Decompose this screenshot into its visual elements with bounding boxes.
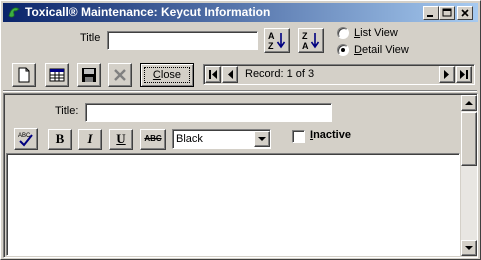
svg-text:A: A <box>302 41 309 51</box>
first-record-button[interactable] <box>205 66 221 83</box>
search-title-label: Title <box>80 32 101 44</box>
next-record-icon <box>444 70 449 79</box>
sort-ascending-button[interactable]: A Z <box>264 28 290 53</box>
toxicall-app-icon <box>8 7 20 18</box>
title-bar[interactable]: Toxicall® Maintenance: Keycut Informatio… <box>3 3 478 22</box>
window-title: Toxicall® Maintenance: Keycut Informatio… <box>25 5 271 19</box>
close-button-focus: Close <box>144 67 190 83</box>
list-view-radio[interactable] <box>337 27 349 39</box>
arrow-down-icon <box>465 246 473 250</box>
sort-descending-button[interactable]: Z A <box>298 28 324 53</box>
grid-icon <box>49 68 65 82</box>
minimize-button[interactable] <box>423 6 439 20</box>
previous-record-button[interactable] <box>222 66 238 83</box>
close-window-button[interactable] <box>457 6 473 20</box>
spellcheck-button[interactable]: ABC <box>14 128 38 150</box>
keycut-text-body[interactable] <box>10 157 456 252</box>
record-position: Record: 1 of 3 <box>245 68 315 80</box>
last-record-icon <box>460 70 468 79</box>
detail-view-radio[interactable] <box>337 44 349 56</box>
last-record-button[interactable] <box>456 66 472 83</box>
keycut-window: Toxicall® Maintenance: Keycut Informatio… <box>0 0 481 260</box>
detail-title-field[interactable] <box>85 103 332 122</box>
first-record-icon <box>209 70 217 79</box>
maximize-icon <box>442 8 452 17</box>
list-view-label[interactable]: List View <box>354 27 398 39</box>
chevron-down-icon <box>258 137 266 141</box>
detail-title-label: Title: <box>55 105 79 117</box>
arrow-up-icon <box>465 101 473 105</box>
search-title-field[interactable] <box>107 31 258 50</box>
scroll-up-button[interactable] <box>461 95 477 111</box>
floppy-disk-icon <box>82 68 96 82</box>
toolbar-separator <box>3 90 477 92</box>
sort-az-icon: A Z <box>268 31 286 51</box>
next-record-button[interactable] <box>439 66 455 83</box>
record-navigator: Record: 1 of 3 <box>203 64 475 85</box>
keycut-text-area[interactable] <box>6 153 460 256</box>
search-title-input[interactable] <box>109 34 258 48</box>
sort-za-icon: Z A <box>302 31 320 51</box>
bold-label: B <box>55 131 65 146</box>
vertical-scrollbar[interactable] <box>461 95 477 256</box>
maximize-button[interactable] <box>439 6 455 20</box>
close-button-label: Close <box>152 69 182 81</box>
scroll-thumb[interactable] <box>461 112 477 166</box>
new-record-button[interactable] <box>12 63 36 87</box>
spellcheck-icon: ABC <box>18 133 33 147</box>
detail-view-label[interactable]: Detail View <box>354 44 409 56</box>
text-color-dropdown-button[interactable] <box>254 131 270 147</box>
text-color-value: Black <box>176 133 203 145</box>
delete-x-icon <box>114 69 126 81</box>
minimize-icon <box>427 15 433 17</box>
svg-text:Z: Z <box>302 31 308 41</box>
previous-record-icon <box>228 70 233 79</box>
italic-label: I <box>87 131 93 146</box>
list-grid-button[interactable] <box>45 63 69 87</box>
underline-button[interactable]: U <box>109 129 133 150</box>
underline-label: U <box>116 131 126 146</box>
bold-button[interactable]: B <box>48 129 72 150</box>
close-button[interactable]: Close <box>140 63 194 87</box>
detail-title-input[interactable] <box>87 106 332 120</box>
strikethrough-label: ABC <box>144 134 162 143</box>
text-color-select[interactable]: Black <box>172 129 271 149</box>
radio-selected-dot <box>341 48 345 52</box>
italic-button[interactable]: I <box>78 129 102 150</box>
scroll-down-button[interactable] <box>461 240 477 256</box>
save-button[interactable] <box>77 63 101 87</box>
svg-text:Z: Z <box>268 41 274 51</box>
inactive-checkbox[interactable] <box>292 130 305 143</box>
new-document-icon <box>18 67 30 83</box>
detail-panel: Title: ABC B I U ABC Black Inactive <box>3 93 478 258</box>
inactive-label[interactable]: Inactive <box>310 129 351 141</box>
delete-button[interactable] <box>108 63 132 87</box>
close-icon <box>461 9 469 17</box>
svg-text:A: A <box>268 31 275 41</box>
strikethrough-button[interactable]: ABC <box>140 129 166 150</box>
